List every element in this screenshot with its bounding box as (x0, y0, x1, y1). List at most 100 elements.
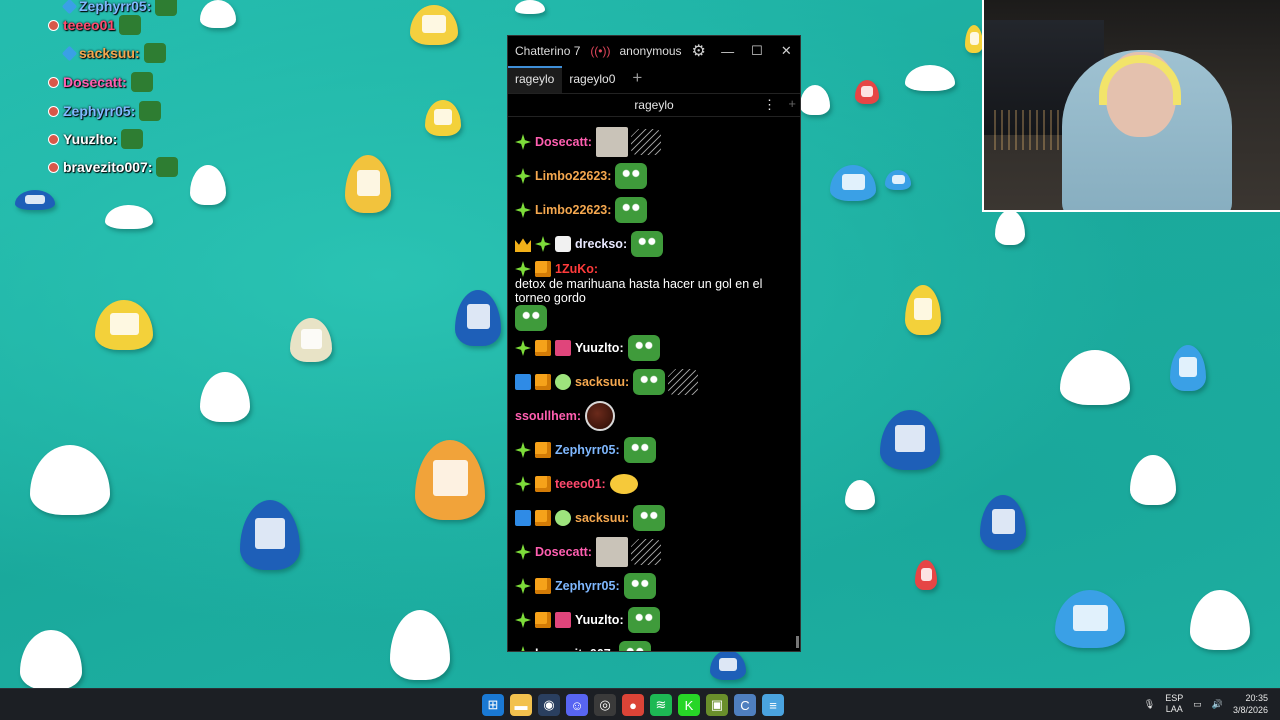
emote-app-icon[interactable]: ▣ (706, 694, 728, 716)
box-badge-icon[interactable] (535, 442, 551, 458)
username[interactable]: teeeo01: (555, 477, 606, 491)
account-name[interactable]: anonymous (620, 44, 682, 58)
pepe-emote-icon[interactable] (615, 197, 648, 223)
chat-message[interactable]: Dosecatt: (515, 535, 794, 569)
tab-rageylo0[interactable]: rageylo0 (562, 66, 623, 93)
window-titlebar[interactable]: Chatterino 7. ((•)) anonymous ⚙ — ☐ ✕ (508, 36, 800, 66)
sketch-emote-icon[interactable] (668, 369, 699, 395)
crown-badge-icon[interactable] (515, 238, 531, 252)
box-badge-icon[interactable] (535, 340, 551, 356)
box-badge-icon[interactable] (535, 510, 551, 526)
star-badge-icon[interactable] (515, 202, 531, 218)
pepe-emote-icon[interactable] (633, 369, 666, 395)
file-explorer-icon[interactable]: ▬ (510, 694, 532, 716)
network-icon[interactable]: ▭ (1193, 699, 1202, 710)
chat-message[interactable]: sacksuu: (515, 501, 794, 535)
more-options-icon[interactable]: ⋮ (763, 97, 776, 113)
star-badge-icon[interactable] (515, 261, 531, 277)
discord-icon[interactable]: ☺ (566, 694, 588, 716)
star-badge-icon[interactable] (515, 340, 531, 356)
pepe-emote-icon[interactable] (633, 505, 666, 531)
pepe-emote-icon[interactable] (515, 305, 547, 331)
ball-emote-icon[interactable] (585, 401, 615, 431)
box-badge-icon[interactable] (535, 578, 551, 594)
gear-icon[interactable]: ⚙ (692, 41, 706, 61)
chat-message[interactable]: Limbo22623: (515, 159, 794, 193)
star-badge-icon[interactable] (515, 442, 531, 458)
language-indicator[interactable]: ESP LAA (1165, 693, 1183, 715)
chat-message[interactable]: drecksо: (515, 227, 794, 261)
tab-rageylo[interactable]: rageylo (508, 66, 563, 93)
hammer-badge-icon[interactable] (515, 510, 531, 526)
chat-message[interactable]: Limbo22623: (515, 193, 794, 227)
pepe-emote-icon[interactable] (623, 437, 656, 463)
username[interactable]: Zephyrr05: (555, 443, 620, 457)
username[interactable]: 1ZuKo: (555, 262, 598, 276)
chat-message[interactable]: Zephyrr05: (515, 569, 794, 603)
chat-message[interactable]: 1ZuKo: detox de marihuana hasta hacer un … (515, 261, 794, 331)
star-badge-icon[interactable] (515, 134, 531, 150)
pin-badge-icon[interactable] (555, 612, 571, 628)
username[interactable]: bravezito007: (535, 647, 615, 651)
minimize-button[interactable]: — (720, 44, 735, 59)
chatterino-icon[interactable]: C (734, 694, 756, 716)
username[interactable]: ssoullhem: (515, 409, 581, 423)
pin-badge-icon[interactable] (555, 340, 571, 356)
username[interactable]: Yuuzlto: (575, 341, 624, 355)
chat-message[interactable]: Yuuzlto: (515, 603, 794, 637)
spotify-icon[interactable]: ≋ (650, 694, 672, 716)
box-badge-icon[interactable] (535, 261, 551, 277)
box-badge-icon[interactable] (535, 612, 551, 628)
windows-start-icon[interactable]: ⊞ (482, 694, 504, 716)
username[interactable]: Dosecatt: (535, 545, 592, 559)
star-badge-icon[interactable] (515, 646, 531, 651)
star-badge-icon[interactable] (515, 476, 531, 492)
username[interactable]: Limbo22623: (535, 169, 611, 183)
cat-emote-icon[interactable] (595, 127, 628, 157)
star-badge-icon[interactable] (535, 236, 551, 252)
chat-messages[interactable]: Dosecatt: Limbo22623: Limbo22623: drecksо: 1… (508, 120, 800, 651)
star-badge-icon[interactable] (515, 544, 531, 560)
star-badge-icon[interactable] (515, 168, 531, 184)
username[interactable]: Dosecatt: (535, 135, 592, 149)
face-badge-icon[interactable] (555, 236, 571, 252)
add-split-button[interactable]: + (788, 96, 796, 111)
close-button[interactable]: ✕ (779, 43, 794, 59)
username[interactable]: Zephyrr05: (555, 579, 620, 593)
scrollbar[interactable] (796, 636, 799, 648)
username[interactable]: drecksо: (575, 237, 627, 251)
box-badge-icon[interactable] (535, 374, 551, 390)
chat-message[interactable]: Yuuzlto: (515, 331, 794, 365)
chat-message[interactable]: sacksuu: (515, 365, 794, 399)
maximize-button[interactable]: ☐ (749, 43, 764, 59)
username[interactable]: sacksuu: (575, 511, 629, 525)
obs-icon[interactable]: ◎ (594, 694, 616, 716)
box-badge-icon[interactable] (535, 476, 551, 492)
alien-badge-icon[interactable] (555, 510, 571, 526)
chat-message[interactable]: bravezito007: (515, 637, 794, 651)
sketch-emote-icon[interactable] (630, 129, 661, 155)
pepe-emote-icon[interactable] (623, 573, 656, 599)
pepe-emote-icon[interactable] (618, 641, 651, 651)
username[interactable]: Yuuzlto: (575, 613, 624, 627)
username[interactable]: Limbo22623: (535, 203, 611, 217)
pepe-emote-icon[interactable] (615, 163, 648, 189)
microphone-icon[interactable]: 🎙 (1144, 699, 1155, 710)
alien-badge-icon[interactable] (555, 374, 571, 390)
volume-icon[interactable]: 🔊 (1212, 699, 1223, 710)
pepe-emote-icon[interactable] (627, 335, 660, 361)
pepe-emote-icon[interactable] (631, 231, 664, 257)
hammer-badge-icon[interactable] (515, 374, 531, 390)
chat-message[interactable]: teeeo01: (515, 467, 794, 501)
chat-message[interactable]: ssoullhem: (515, 399, 794, 433)
chrome-icon[interactable]: ● (622, 694, 644, 716)
clock[interactable]: 20:35 3/8/2026 (1233, 692, 1268, 716)
star-badge-icon[interactable] (515, 612, 531, 628)
mini-emote-icon[interactable] (609, 474, 638, 494)
steam-icon[interactable]: ◉ (538, 694, 560, 716)
chatterino-window[interactable]: Chatterino 7. ((•)) anonymous ⚙ — ☐ ✕ ra… (507, 35, 801, 652)
pepe-emote-icon[interactable] (627, 607, 660, 633)
chat-message[interactable]: Zephyrr05: (515, 433, 794, 467)
star-badge-icon[interactable] (515, 578, 531, 594)
cat-emote-icon[interactable] (595, 537, 628, 567)
